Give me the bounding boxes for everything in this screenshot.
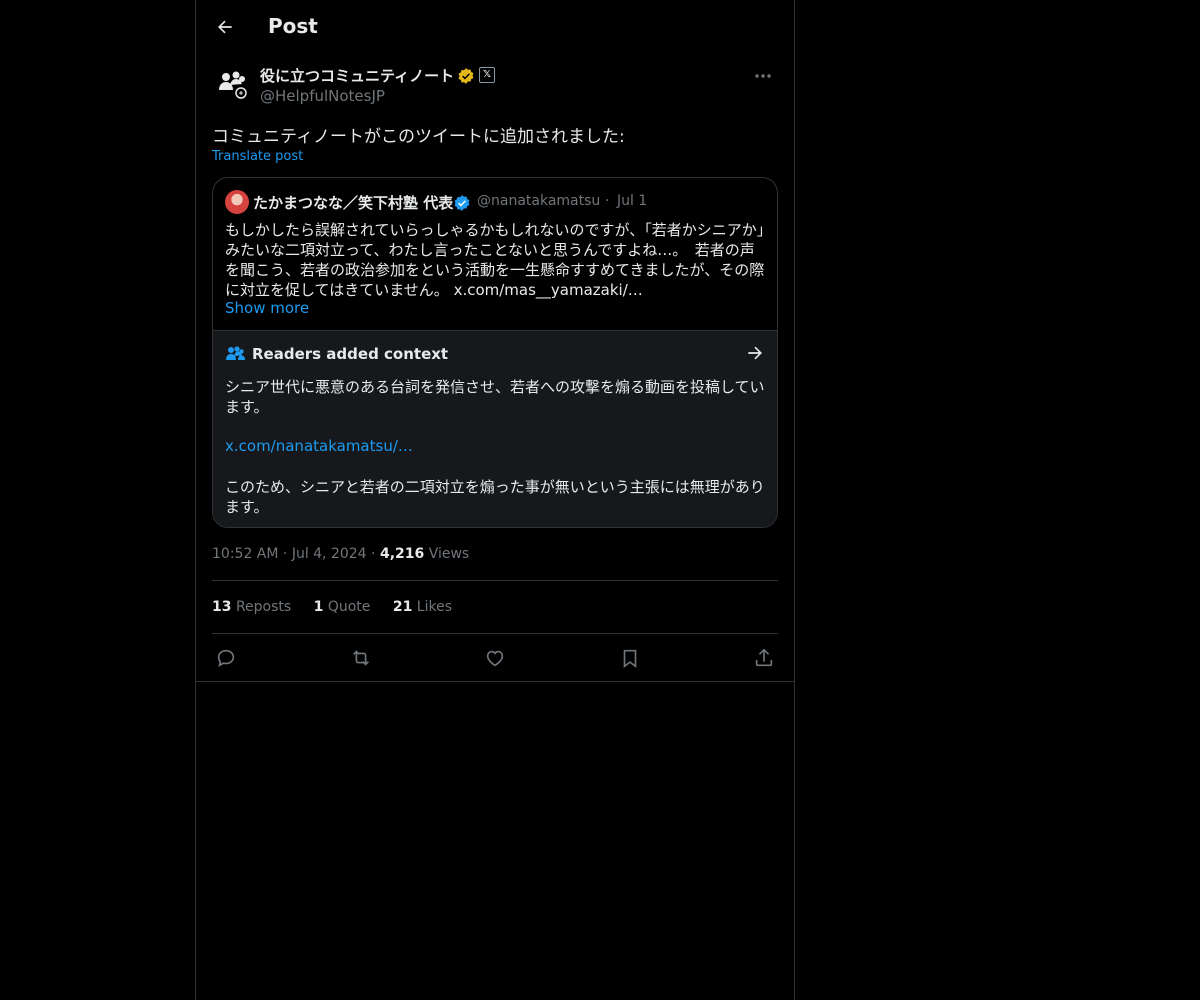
note-link[interactable]: x.com/nanatakamatsu/…	[225, 437, 413, 455]
reply-button[interactable]	[212, 644, 240, 672]
reply-icon	[217, 649, 235, 667]
tweet-text: コミュニティノートがこのツイートに追加されました:	[212, 127, 625, 147]
arrow-right-icon[interactable]	[745, 343, 765, 363]
x-logo-icon: 𝕏	[479, 67, 495, 83]
likes-label: Likes	[416, 599, 453, 615]
note-text: シニア世代に悪意のある台詞を発信させ、若者への攻撃を煽る動画を投稿しています。	[225, 378, 765, 416]
action-bar	[212, 644, 778, 672]
more-button[interactable]	[748, 64, 778, 88]
reposts-label: Reposts	[235, 599, 292, 615]
gold-verified-icon	[458, 68, 474, 84]
more-icon	[755, 74, 771, 78]
separator-dot: ·	[605, 193, 610, 209]
quote-header: たかまつなな／笑下村塾 代表 @nanatakamatsu · Jul 1	[225, 190, 765, 214]
community-note[interactable]: Readers added context シニア世代に悪意のある台詞を発信させ…	[213, 330, 777, 527]
show-more-link[interactable]: Show more	[225, 299, 309, 317]
quotes-stat[interactable]: 1 Quote	[314, 599, 371, 615]
note-title: Readers added context	[252, 345, 449, 363]
author-row: 役に立つコミュニティノート 𝕏 @HelpfulNotesJP	[212, 64, 778, 108]
repost-icon	[352, 650, 369, 666]
quote-avatar	[225, 190, 249, 214]
quote-count: 1	[313, 599, 324, 615]
people-icon	[219, 71, 247, 99]
header: Post	[196, 0, 794, 54]
bookmark-icon	[623, 649, 636, 668]
quoted-tweet[interactable]: たかまつなな／笑下村塾 代表 @nanatakamatsu · Jul 1 もし…	[212, 177, 778, 528]
quote-display-name: たかまつなな／笑下村塾 代表	[253, 194, 454, 212]
back-arrow-icon	[218, 20, 232, 34]
like-button[interactable]	[481, 644, 509, 672]
reposts-stat[interactable]: 13 Reposts	[212, 599, 291, 615]
tweet-date[interactable]: Jul 4, 2024	[292, 546, 367, 562]
quote-label: Quote	[327, 599, 371, 615]
separator-dot: ·	[282, 546, 288, 562]
share-icon	[755, 648, 773, 667]
quote-handle: @nanatakamatsu	[477, 193, 601, 209]
views-count: 4,216	[379, 546, 425, 562]
quote-body: もしかしたら誤解されていらっしゃるかもしれないのですが、「若者かシニアか」みたい…	[225, 221, 765, 299]
engagement-stats: 13 Reposts 1 Quote 21 Likes	[212, 599, 470, 615]
divider	[212, 580, 778, 581]
verified-icon	[454, 195, 470, 211]
bookmark-button[interactable]	[616, 644, 644, 672]
note-text-conclusion: このため、シニアと若者の二項対立を煽った事が無いという主張には無理があります。	[225, 478, 765, 516]
handle[interactable]: @HelpfulNotesJP	[260, 87, 385, 105]
tweet-meta: 10:52 AM · Jul 4, 2024 · 4,216 Views	[212, 546, 469, 562]
divider	[196, 681, 794, 682]
divider	[212, 633, 778, 634]
reposts-count: 13	[212, 599, 232, 615]
likes-count: 21	[392, 599, 413, 615]
tweet-time[interactable]: 10:52 AM	[212, 546, 278, 562]
share-button[interactable]	[750, 644, 778, 672]
likes-stat[interactable]: 21 Likes	[393, 599, 452, 615]
back-button[interactable]	[208, 10, 242, 44]
translate-post-link[interactable]: Translate post	[212, 149, 303, 164]
readers-icon	[226, 346, 245, 360]
page-title: Post	[268, 14, 318, 38]
main-column: Post 役に立つコミュニティノート 𝕏 @HelpfulNotesJP コミュ…	[195, 0, 795, 1000]
display-name[interactable]: 役に立つコミュニティノート	[260, 65, 454, 86]
avatar[interactable]	[212, 64, 252, 104]
repost-button[interactable]	[347, 644, 375, 672]
quote-date: Jul 1	[617, 193, 648, 209]
separator-dot: ·	[371, 546, 376, 562]
like-icon	[486, 650, 504, 667]
views-label: Views	[428, 546, 470, 562]
